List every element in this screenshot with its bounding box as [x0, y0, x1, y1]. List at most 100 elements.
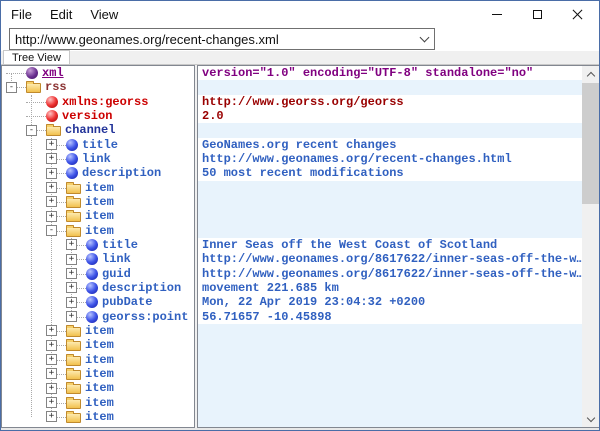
- tree-node-label[interactable]: item: [85, 224, 114, 238]
- tree-node-label[interactable]: item: [85, 195, 114, 209]
- value-row-blank: [198, 80, 582, 94]
- tree-node-label[interactable]: xmlns:georss: [62, 95, 148, 109]
- tree-node-guid[interactable]: + guid: [2, 267, 194, 281]
- tree-node-label[interactable]: item: [85, 353, 114, 367]
- tab-tree-view[interactable]: Tree View: [3, 50, 70, 64]
- expand-icon[interactable]: +: [66, 254, 77, 265]
- expand-icon[interactable]: +: [66, 239, 77, 250]
- collapse-icon[interactable]: -: [6, 82, 17, 93]
- tree-node-label[interactable]: link: [102, 252, 131, 266]
- tree-node-link[interactable]: + link: [2, 252, 194, 266]
- scrollbar-down-button[interactable]: [582, 410, 599, 427]
- address-input[interactable]: [10, 30, 414, 48]
- expand-icon[interactable]: +: [46, 411, 57, 422]
- expand-icon[interactable]: +: [46, 168, 57, 179]
- collapse-icon[interactable]: -: [46, 225, 57, 236]
- expand-icon[interactable]: +: [46, 196, 57, 207]
- address-dropdown-button[interactable]: [414, 29, 434, 49]
- tree-node-item[interactable]: - item: [2, 224, 194, 238]
- tree-node-item[interactable]: + item: [2, 367, 194, 381]
- menu-edit[interactable]: Edit: [42, 5, 80, 24]
- tree-node-label[interactable]: georss:point: [102, 310, 188, 324]
- tree-node-label[interactable]: item: [85, 367, 114, 381]
- expand-icon[interactable]: +: [46, 383, 57, 394]
- tree-connector: +: [46, 152, 66, 166]
- value-row-blank: [198, 324, 582, 338]
- expand-icon[interactable]: +: [66, 268, 77, 279]
- tree-node-label[interactable]: version: [62, 109, 112, 123]
- address-combobox[interactable]: [9, 28, 435, 50]
- tree-node-label[interactable]: description: [82, 166, 161, 180]
- tree-node-label[interactable]: guid: [102, 267, 131, 281]
- tree-node-xmlns-georss[interactable]: xmlns:georss: [2, 95, 194, 109]
- tree-node-label[interactable]: item: [85, 396, 114, 410]
- tree-node-label[interactable]: item: [85, 381, 114, 395]
- tree-node-label[interactable]: item: [85, 410, 114, 424]
- tree-node-item[interactable]: + item: [2, 381, 194, 395]
- tree-node-label[interactable]: link: [82, 152, 111, 166]
- tree-node-label[interactable]: title: [102, 238, 138, 252]
- scrollbar-up-button[interactable]: [582, 66, 599, 83]
- folder-icon: [66, 198, 81, 208]
- expand-icon[interactable]: +: [46, 340, 57, 351]
- tree-node-xml[interactable]: xml: [2, 66, 194, 80]
- tree-node-georss-point[interactable]: + georss:point: [2, 310, 194, 324]
- tree-node-label[interactable]: item: [85, 338, 114, 352]
- tree-node-title[interactable]: + title: [2, 138, 194, 152]
- tree-node-channel[interactable]: - channel: [2, 123, 194, 137]
- expand-icon[interactable]: +: [46, 182, 57, 193]
- tree-node-item[interactable]: + item: [2, 396, 194, 410]
- expand-icon[interactable]: +: [46, 211, 57, 222]
- value-row-blank: [198, 195, 582, 209]
- tree-node-item[interactable]: + item: [2, 209, 194, 223]
- tree-node-label[interactable]: item: [85, 209, 114, 223]
- tree-panel[interactable]: xml - rssxmlns:georssversion - channel + title…: [1, 65, 195, 428]
- expand-icon[interactable]: +: [66, 311, 77, 322]
- tree-node-title[interactable]: + title: [2, 238, 194, 252]
- tree-node-item[interactable]: + item: [2, 324, 194, 338]
- value-row-blank: [198, 424, 582, 427]
- tree-node-item[interactable]: + item: [2, 410, 194, 424]
- menu-view[interactable]: View: [82, 5, 126, 24]
- expand-icon[interactable]: +: [46, 368, 57, 379]
- tree-node-version[interactable]: version: [2, 109, 194, 123]
- tree-node-item[interactable]: + item: [2, 338, 194, 352]
- tree-node-description[interactable]: + description: [2, 281, 194, 295]
- tree-connector: +: [46, 410, 66, 424]
- tree-connector: +: [66, 252, 86, 266]
- tree-node-link[interactable]: + link: [2, 152, 194, 166]
- tree-node-label[interactable]: channel: [65, 123, 115, 137]
- expand-icon[interactable]: +: [66, 297, 77, 308]
- folder-icon: [66, 370, 81, 380]
- tree-node-item[interactable]: + item: [2, 353, 194, 367]
- tree-node-item[interactable]: + item: [2, 195, 194, 209]
- expand-icon[interactable]: +: [46, 153, 57, 164]
- tree-node-label[interactable]: description: [102, 281, 181, 295]
- collapse-icon[interactable]: -: [26, 125, 37, 136]
- tree-node-label[interactable]: rss: [45, 80, 67, 94]
- close-button[interactable]: [557, 1, 597, 28]
- tree-node-label[interactable]: item: [85, 324, 114, 338]
- tree-node-label[interactable]: xml: [42, 66, 64, 80]
- tree-node-item[interactable]: + item: [2, 181, 194, 195]
- menu-file[interactable]: File: [3, 5, 40, 24]
- tree-node-label[interactable]: pubDate: [102, 295, 152, 309]
- expand-icon[interactable]: +: [46, 354, 57, 365]
- vertical-scrollbar[interactable]: [582, 65, 599, 428]
- minimize-button[interactable]: [477, 1, 517, 28]
- scrollbar-thumb[interactable]: [582, 83, 599, 204]
- tree-node-label[interactable]: item: [85, 181, 114, 195]
- expand-icon[interactable]: +: [46, 325, 57, 336]
- expand-icon[interactable]: +: [46, 397, 57, 408]
- folder-icon: [66, 341, 81, 351]
- tree-node-pubdate[interactable]: + pubDate: [2, 295, 194, 309]
- expand-icon[interactable]: +: [46, 139, 57, 150]
- tree-node-rss[interactable]: - rss: [2, 80, 194, 94]
- main-split: xml - rssxmlns:georssversion - channel + title…: [1, 65, 599, 430]
- tree-node-label[interactable]: title: [82, 138, 118, 152]
- value-row: Inner Seas off the West Coast of Scotlan…: [198, 238, 582, 252]
- tree-node-description[interactable]: + description: [2, 166, 194, 180]
- expand-icon[interactable]: +: [66, 282, 77, 293]
- value-row: http://www.geonames.org/8617622/inner-se…: [198, 252, 582, 266]
- maximize-button[interactable]: [517, 1, 557, 28]
